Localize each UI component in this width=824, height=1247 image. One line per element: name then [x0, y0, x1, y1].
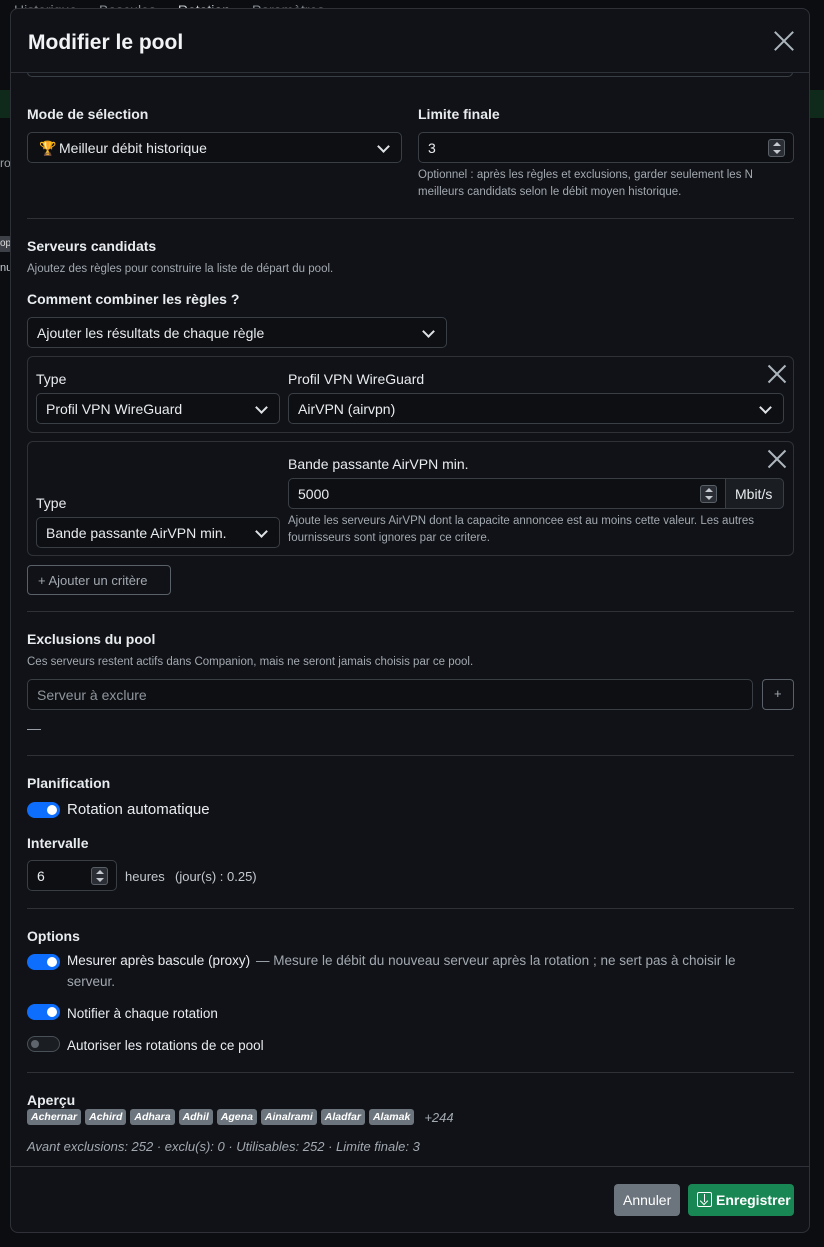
bandwidth-label: Bande passante AirVPN min.: [288, 456, 469, 472]
server-badge: Ainalrami: [260, 1109, 317, 1125]
chevron-down-icon: [255, 525, 268, 538]
modal-header: Modifier le pool: [11, 9, 809, 73]
bandwidth-input[interactable]: 5000: [288, 478, 726, 509]
server-badge: Alamak: [368, 1109, 415, 1125]
previous-field-edge: [27, 73, 793, 77]
candidates-title: Serveurs candidats: [27, 238, 157, 254]
final-limit-label: Limite finale: [418, 106, 500, 122]
allow-rotations-toggle[interactable]: [27, 1036, 60, 1052]
stepper-icon[interactable]: [700, 485, 717, 503]
notify-label: Notifier à chaque rotation: [67, 1006, 218, 1021]
chevron-down-icon: [255, 401, 268, 414]
notify-toggle[interactable]: [27, 1004, 60, 1020]
chevron-down-icon: [759, 401, 772, 414]
measure-help-2: serveur.: [67, 974, 116, 989]
rule-type-label: Type: [36, 371, 67, 387]
exclusions-empty: —: [27, 720, 41, 736]
server-badge: Achernar: [27, 1109, 82, 1125]
bandwidth-help: Ajoute les serveurs AirVPN dont la capac…: [288, 515, 755, 544]
combine-select[interactable]: Ajouter les résultats de chaque règle: [27, 317, 447, 348]
interval-label: Intervalle: [27, 835, 89, 851]
add-criterion-button[interactable]: + Ajouter un critère: [27, 565, 171, 595]
options-title: Options: [27, 928, 80, 944]
measure-help: — Mesure le débit du nouveau serveur apr…: [256, 953, 736, 968]
remove-rule-icon[interactable]: [768, 365, 786, 383]
combine-label: Comment combiner les règles ?: [27, 291, 240, 307]
selection-mode-select[interactable]: 🏆 Meilleur débit historique: [27, 132, 402, 163]
chevron-down-icon: [377, 140, 390, 153]
interval-input[interactable]: 6: [27, 860, 117, 891]
save-icon: [697, 1192, 712, 1207]
stepper-icon[interactable]: [91, 867, 108, 885]
interval-unit: heures: [125, 869, 165, 884]
remove-rule-icon[interactable]: [768, 450, 786, 468]
divider: [27, 218, 794, 219]
rule-type-label: Type: [36, 495, 67, 511]
planning-title: Planification: [27, 775, 111, 791]
server-badge: Achird: [85, 1109, 127, 1125]
candidates-help: Ajoutez des règles pour construire la li…: [27, 263, 334, 275]
measure-label: Mesurer après bascule (proxy): [67, 953, 251, 968]
save-button[interactable]: Enregistrer: [688, 1184, 794, 1216]
measure-toggle[interactable]: [27, 954, 60, 970]
exclusions-help: Ces serveurs restent actifs dans Compani…: [27, 656, 474, 668]
profile-label: Profil VPN WireGuard: [288, 371, 425, 387]
auto-rotation-toggle[interactable]: [27, 802, 60, 818]
stepper-icon[interactable]: [768, 139, 785, 157]
final-limit-input[interactable]: 3: [418, 132, 794, 163]
trophy-icon: 🏆: [39, 140, 57, 156]
divider: [27, 908, 794, 909]
add-exclusion-button[interactable]: +: [762, 679, 794, 710]
final-limit-help: Optionnel : après les règles et exclusio…: [418, 169, 753, 198]
exclusions-title: Exclusions du pool: [27, 631, 156, 647]
modal-body[interactable]: Mode de sélection 🏆 Meilleur débit histo…: [11, 73, 809, 1166]
rule-card-1: Type Profil VPN WireGuard Profil VPN Wir…: [27, 356, 794, 433]
profile-select[interactable]: AirVPN (airvpn): [288, 393, 784, 424]
server-badge: Agena: [216, 1109, 257, 1125]
auto-rotation-label: Rotation automatique: [67, 801, 210, 818]
bandwidth-unit: Mbit/s: [726, 478, 784, 509]
divider: [27, 1072, 794, 1073]
cancel-button[interactable]: Annuler: [614, 1184, 680, 1216]
rule-type-select[interactable]: Bande passante AirVPN min.: [36, 517, 280, 548]
divider: [27, 755, 794, 756]
close-icon[interactable]: [773, 30, 795, 52]
exclude-server-input[interactable]: Serveur à exclure: [27, 679, 753, 710]
rule-type-select[interactable]: Profil VPN WireGuard: [36, 393, 280, 424]
server-badge: Adhara: [130, 1109, 175, 1125]
server-badge: Adhil: [178, 1109, 213, 1125]
rule-card-2: Type Bande passante AirVPN min. Bande pa…: [27, 441, 794, 556]
edit-pool-modal: Modifier le pool Mode de sélection 🏆 Mei…: [10, 8, 810, 1233]
preview-title: Aperçu: [27, 1092, 76, 1108]
server-badge: Aladfar: [320, 1109, 365, 1125]
modal-title: Modifier le pool: [28, 31, 184, 54]
preview-summary: Avant exclusions: 252 · exclu(s): 0 · Ut…: [27, 1139, 420, 1154]
modal-footer: Annuler Enregistrer: [11, 1166, 809, 1232]
interval-days: (jour(s) : 0.25): [175, 869, 257, 884]
selection-mode-label: Mode de sélection: [27, 106, 149, 122]
allow-rotations-label: Autoriser les rotations de ce pool: [67, 1038, 264, 1053]
chevron-down-icon: [422, 325, 435, 338]
preview-badges: Achernar Achird Adhara Adhil Agena Ainal…: [27, 1109, 454, 1125]
divider: [27, 611, 794, 612]
more-count: +244: [424, 1109, 454, 1125]
